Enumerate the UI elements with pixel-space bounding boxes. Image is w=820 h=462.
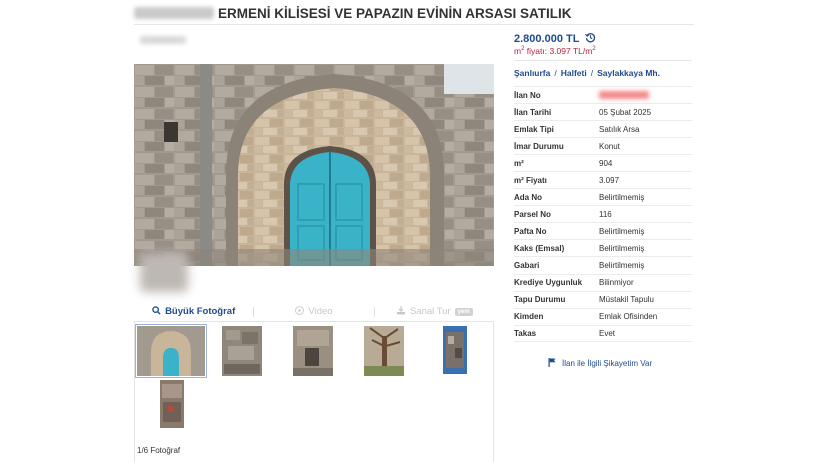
detail-row-m2-fiyati: m² Fiyatı 3.097 — [514, 171, 692, 188]
detail-label: Gabari — [514, 260, 540, 270]
thumbnail-5[interactable] — [443, 326, 467, 374]
detail-value: 904 — [599, 158, 613, 168]
big-photo-tab[interactable]: Büyük Fotoğraf — [134, 305, 253, 318]
location-separator: / — [590, 68, 594, 78]
video-tab[interactable]: Video — [254, 305, 373, 318]
detail-row-gabari: Gabari Belirtilmemiş — [514, 256, 692, 273]
detail-value: 116 — [599, 209, 612, 219]
detail-label: Kaks (Emsal) — [514, 243, 565, 253]
detail-value: Evet — [599, 328, 616, 338]
location-separator: / — [554, 68, 557, 78]
price-per-m2: m2 fiyatı: 3.097 TL/m2 — [514, 46, 596, 56]
detail-label: Ada No — [514, 192, 542, 202]
detail-value: 05 Şubat 2025 — [599, 107, 652, 117]
detail-row-m2: m² 904 — [514, 154, 692, 171]
new-badge: yeni — [454, 307, 473, 316]
virtual-tour-label: Sanal Tur — [409, 306, 451, 317]
download-icon — [396, 305, 406, 318]
detail-row-ada-no: Ada No Belirtilmemiş — [514, 188, 692, 205]
detail-row-krediye-uygunluk: Krediye Uygunluk Bilinmiyor — [514, 273, 692, 291]
play-icon — [295, 305, 305, 318]
complaint-link-label: İlan ile İlgili Şikayetim Var — [562, 359, 653, 368]
thumbnail-6[interactable] — [160, 380, 184, 428]
big-photo-label: Büyük Fotoğraf — [165, 306, 236, 317]
detail-value: Belirtilmemiş — [599, 226, 645, 236]
detail-value: Belirtilmemiş — [599, 192, 645, 202]
detail-row-takas: Takas Evet — [514, 324, 692, 342]
detail-row-parsel-no: Parsel No 116 — [514, 205, 692, 222]
detail-label: m² — [514, 158, 524, 168]
breadcrumb-location: Şanlıurfa / Halfeti / Saylakkaya Mh. — [514, 68, 660, 78]
detail-value: Belirtilmemiş — [599, 260, 645, 270]
history-icon[interactable] — [585, 32, 596, 46]
agency-name-blurred — [134, 7, 214, 19]
location-district[interactable]: Halfeti — [561, 68, 587, 78]
location-neighborhood[interactable]: Saylakkaya Mh. — [597, 68, 660, 78]
detail-label: Tapu Durumu — [514, 295, 566, 305]
price: 2.800.000 TL — [514, 32, 596, 46]
thumbnail-3[interactable] — [293, 326, 333, 376]
listing-details-table: İlan No İlan Tarihi 05 Şubat 2025 Emlak … — [514, 86, 692, 342]
virtual-tour-tab[interactable]: Sanal Tur yeni — [375, 305, 494, 318]
price-value: 2.800.000 TL — [514, 33, 580, 45]
detail-label: Krediye Uygunluk — [514, 278, 583, 288]
complaint-link[interactable]: İlan ile İlgili Şikayetim Var — [548, 358, 652, 369]
detail-row-emlak-tipi: Emlak Tipi Satılık Arsa — [514, 120, 692, 137]
price-divider — [514, 60, 692, 61]
detail-label: Emlak Tipi — [514, 124, 554, 134]
detail-value: Bilinmiyor — [599, 278, 634, 288]
detail-value: Belirtilmemiş — [599, 243, 645, 253]
detail-value: Müstakil Tapulu — [599, 295, 654, 305]
listing-title: ERMENİ KİLİSESİ VE PAPAZIN EVİNİN ARSASI… — [134, 2, 694, 24]
blurred-text — [140, 36, 186, 44]
detail-row-imar-durumu: İmar Durumu Konut — [514, 137, 692, 154]
detail-row-pafta-no: Pafta No Belirtilmemiş — [514, 222, 692, 239]
detail-label: Parsel No — [514, 209, 551, 219]
detail-label: İlan Tarihi — [514, 107, 552, 117]
detail-value: 3.097 — [599, 175, 620, 185]
thumbnail-1[interactable] — [135, 324, 207, 378]
video-label: Video — [308, 306, 333, 317]
magnifier-icon — [152, 305, 161, 318]
listing-number-blurred — [599, 91, 649, 100]
detail-label: İlan No — [514, 90, 541, 100]
detail-row-kimden: Kimden Emlak Ofisinden — [514, 307, 692, 325]
detail-row-tapu-durumu: Tapu Durumu Müstakil Tapulu — [514, 290, 692, 308]
detail-row-ilan-tarihi: İlan Tarihi 05 Şubat 2025 — [514, 103, 692, 120]
photo-counter: 1/6 Fotoğraf — [137, 446, 181, 455]
blurred-logo — [140, 252, 188, 292]
detail-value: Emlak Ofisinden — [599, 312, 658, 322]
location-city[interactable]: Şanlıurfa — [514, 68, 550, 78]
listing-title-text: ERMENİ KİLİSESİ VE PAPAZIN EVİNİN ARSASI… — [218, 5, 572, 21]
detail-label: Takas — [514, 328, 537, 338]
media-tabs: Büyük Fotoğraf Video Sanal Tur yeni — [134, 302, 494, 322]
detail-row-ilan-no: İlan No — [514, 86, 692, 103]
detail-label: İmar Durumu — [514, 141, 564, 151]
detail-value: Konut — [599, 141, 620, 151]
thumbnail-2[interactable] — [222, 326, 262, 376]
detail-label: Kimden — [514, 312, 544, 322]
thumbnail-4[interactable] — [364, 326, 404, 376]
title-divider — [134, 24, 694, 25]
detail-value: Satılık Arsa — [599, 124, 640, 134]
main-photo[interactable] — [134, 64, 494, 266]
detail-label: Pafta No — [514, 226, 547, 236]
flag-icon — [548, 358, 556, 369]
detail-label: m² Fiyatı — [514, 175, 547, 185]
detail-row-kaks: Kaks (Emsal) Belirtilmemiş — [514, 239, 692, 256]
